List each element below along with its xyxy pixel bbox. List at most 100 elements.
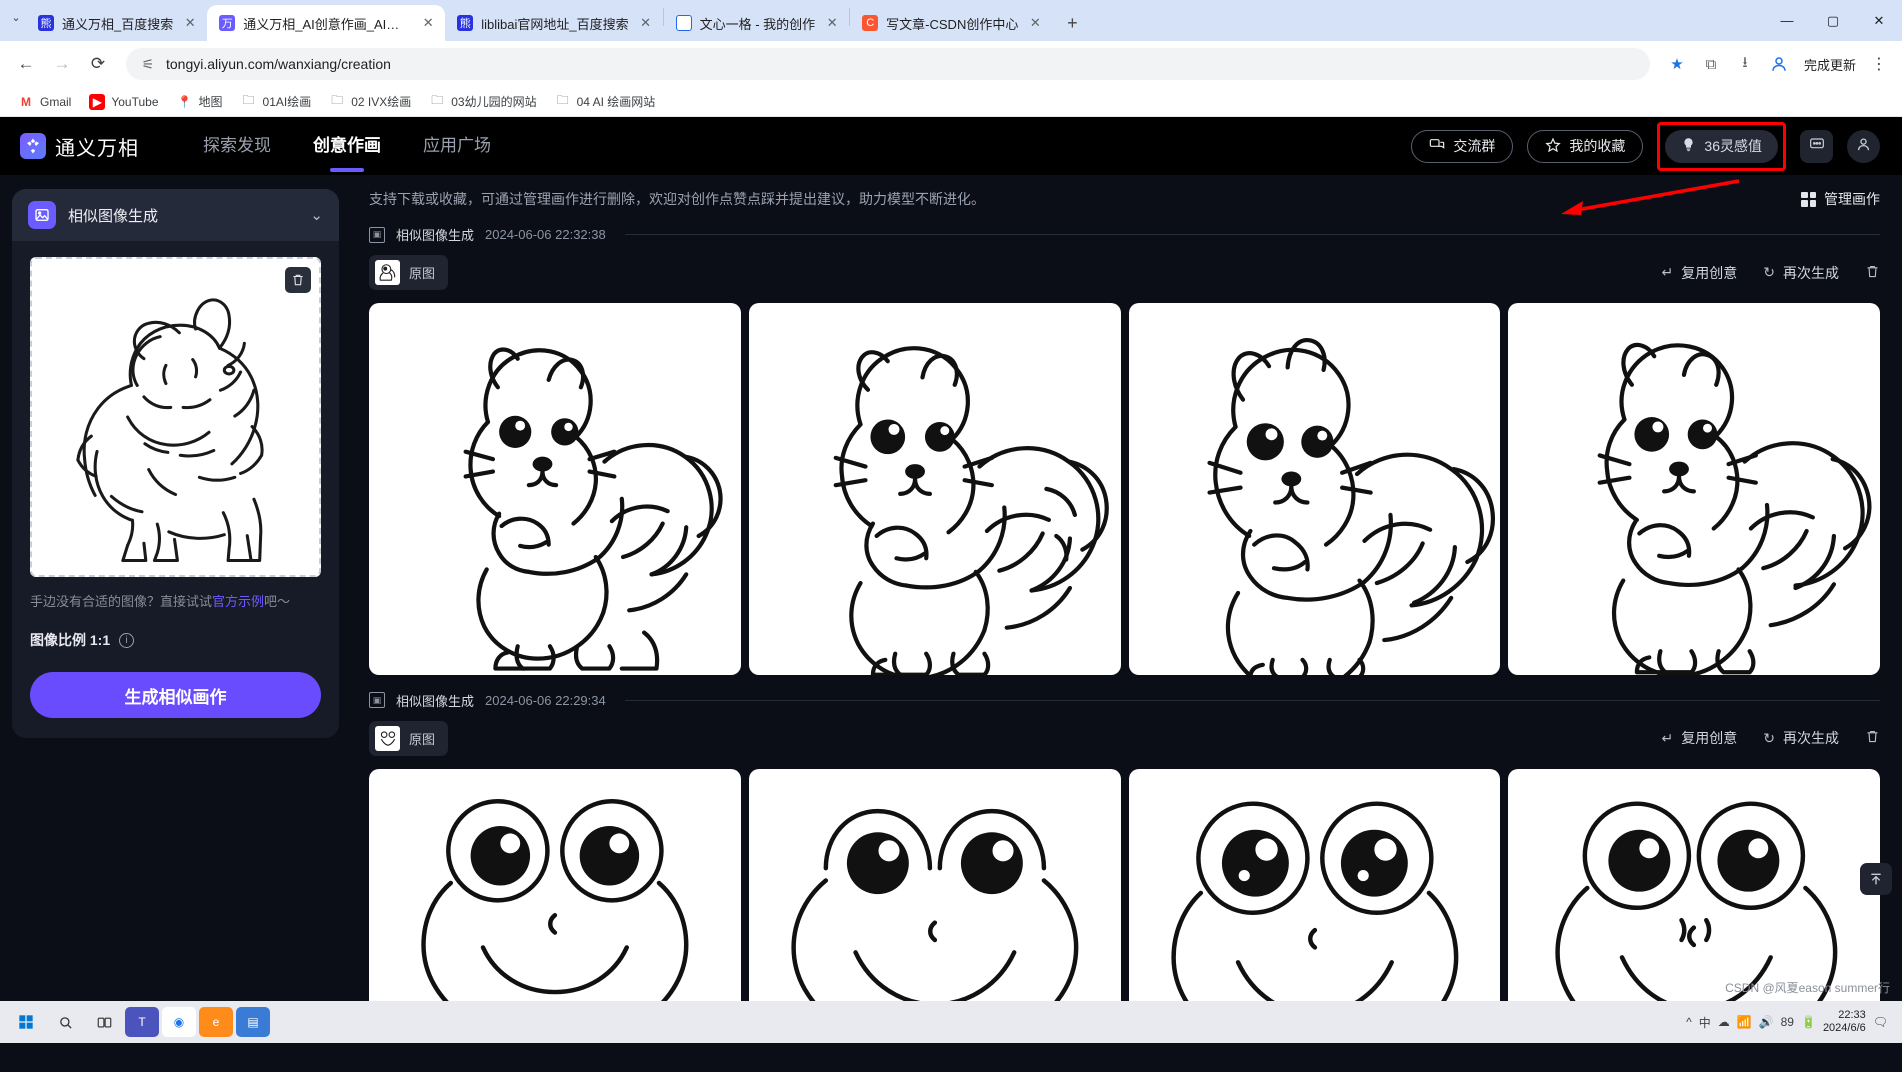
generated-image-card[interactable] [1508, 768, 1880, 1001]
generated-image-card[interactable] [748, 768, 1121, 1001]
original-image-chip[interactable]: 原图 [369, 255, 449, 290]
nav-tab-create[interactable]: 创意作画 [313, 131, 381, 162]
generated-image-card[interactable] [369, 768, 741, 1001]
bookmark-youtube[interactable]: ▶ YouTube [81, 91, 166, 113]
profile-icon[interactable] [1764, 49, 1794, 79]
network-icon[interactable]: 📶 [1737, 1015, 1752, 1029]
image-gen-icon [28, 201, 56, 229]
system-tray: ^ 中 ☁ 📶 🔊 89 🔋 22:33 2024/6/6 🗨 [1686, 1009, 1894, 1034]
refresh-icon: ↻ [1763, 264, 1775, 280]
nav-tab-explore[interactable]: 探索发现 [203, 131, 271, 162]
taskbar-app-teams[interactable]: T [125, 1007, 159, 1037]
task-view-icon[interactable] [86, 1004, 122, 1040]
official-sample-link[interactable]: 官方示例 [212, 594, 264, 609]
volume-icon[interactable]: 🔊 [1759, 1015, 1774, 1029]
delete-uploaded-image-button[interactable] [285, 267, 311, 293]
gmail-icon: M [21, 94, 31, 109]
generated-image-card[interactable] [1128, 768, 1501, 1001]
manage-works-button[interactable]: 管理画作 [1801, 189, 1880, 209]
avatar[interactable] [1847, 129, 1880, 163]
reuse-idea-label: 复用创意 [1681, 730, 1738, 747]
hint-suffix: 吧～ [264, 594, 291, 609]
credits-button[interactable]: 36灵感值 [1665, 129, 1778, 163]
chat-bubble-icon [1429, 137, 1445, 156]
tab-close-icon[interactable]: ✕ [419, 14, 437, 32]
cloud-icon[interactable]: ☁ [1718, 1015, 1730, 1029]
generated-image-card[interactable] [748, 303, 1121, 675]
bookmark-folder-01[interactable]: 🗀 01AI绘画 [233, 90, 320, 113]
download-icon[interactable]: ⭳ [1730, 49, 1760, 79]
generated-image-card[interactable] [369, 303, 741, 675]
tab-close-icon[interactable]: ✕ [637, 14, 655, 32]
extensions-icon[interactable]: ⧉ [1696, 49, 1726, 79]
window-close-button[interactable]: ✕ [1856, 0, 1902, 41]
battery-icon[interactable]: 🔋 [1801, 1015, 1816, 1029]
taskbar-clock[interactable]: 22:33 2024/6/6 [1823, 1009, 1866, 1034]
panel-header[interactable]: 相似图像生成 ⌄ [12, 189, 339, 241]
bookmark-folder-03[interactable]: 🗀 03幼儿园的网站 [421, 90, 544, 113]
taskbar-app-chrome[interactable]: ◉ [162, 1007, 196, 1037]
tune-icon[interactable]: ⚟ [140, 56, 156, 72]
info-icon[interactable]: i [119, 632, 135, 648]
brand[interactable]: 通义万相 [20, 132, 139, 161]
browser-tab-title: 文心一格 - 我的创作 [699, 16, 816, 32]
reload-icon[interactable]: ⟳ [82, 48, 114, 80]
bookmark-maps[interactable]: 📍 地图 [169, 90, 231, 113]
window-minimize-button[interactable]: — [1764, 0, 1810, 41]
favorites-button[interactable]: 我的收藏 [1527, 129, 1644, 163]
delete-generation-button[interactable] [1865, 729, 1880, 747]
generate-similar-button[interactable]: 生成相似画作 [30, 672, 321, 718]
browser-tab-1[interactable]: 万 通义万相_AI创意作画_AI绘画_ ✕ [207, 5, 446, 41]
bookmark-gmail[interactable]: M Gmail [10, 91, 79, 113]
back-icon[interactable]: ← [10, 48, 42, 80]
notifications-icon[interactable]: 🗨 [1873, 1015, 1888, 1029]
update-button[interactable]: 完成更新 [1797, 49, 1862, 79]
feedback-button[interactable] [1800, 129, 1833, 163]
panel-body: 手边没有合适的图像？直接试试官方示例吧～ 图像比例 1:1 i 生成相似画作 [12, 241, 339, 738]
delete-generation-button[interactable] [1865, 264, 1880, 282]
chevron-down-icon[interactable]: ⌄ [310, 206, 323, 224]
regenerate-button[interactable]: ↻ 再次生成 [1763, 728, 1839, 748]
nav-tab-apps[interactable]: 应用广场 [423, 131, 491, 162]
bookmark-folder-04[interactable]: 🗀 04 AI 绘画网站 [547, 90, 664, 113]
windows-icon[interactable] [8, 1004, 44, 1040]
regenerate-button[interactable]: ↻ 再次生成 [1763, 263, 1839, 283]
search-icon[interactable] [47, 1004, 83, 1040]
uploaded-image-preview[interactable] [30, 257, 321, 577]
taskbar-app-explorer[interactable]: ▤ [236, 1007, 270, 1037]
browser-tab-2[interactable]: 熊 liblibai官网地址_百度搜索 ✕ [445, 5, 662, 41]
back-to-top-button[interactable] [1860, 863, 1892, 895]
forward-icon[interactable]: → [46, 48, 78, 80]
bookmark-label: 02 IVX绘画 [351, 95, 412, 109]
browser-tab-3[interactable]: ◑ 文心一格 - 我的创作 ✕ [664, 5, 850, 41]
image-ratio-row: 图像比例 1:1 i [30, 630, 321, 650]
bookmark-star-icon[interactable]: ★ [1662, 49, 1692, 79]
browser-tab-title: 写文章-CSDN创作中心 [886, 16, 1019, 32]
taskbar-app-edge[interactable]: e [199, 1007, 233, 1037]
ime-icon[interactable]: 中 [1699, 1014, 1711, 1031]
window-maximize-button[interactable]: ▢ [1810, 0, 1856, 41]
tab-close-icon[interactable]: ✕ [823, 14, 841, 32]
refresh-icon: ↻ [1763, 729, 1775, 746]
address-bar[interactable]: ⚟ tongyi.aliyun.com/wanxiang/creation [126, 48, 1650, 80]
tab-close-icon[interactable]: ✕ [181, 14, 199, 32]
browser-tab-0[interactable]: 熊 通义万相_百度搜索 ✕ [26, 5, 207, 41]
squirrel-lineart-1 [463, 347, 723, 671]
browser-menu-icon[interactable]: ⋮ [1866, 54, 1892, 74]
bookmark-label: YouTube [111, 94, 159, 109]
generated-image-card[interactable] [1128, 303, 1501, 675]
bookmark-folder-02[interactable]: 🗀 02 IVX绘画 [321, 90, 419, 113]
maps-icon: 📍 [177, 94, 192, 109]
new-tab-button[interactable]: + [1058, 9, 1086, 37]
tab-close-icon[interactable]: ✕ [1026, 14, 1044, 32]
reuse-idea-button[interactable]: ↵ 复用创意 [1662, 728, 1738, 748]
original-image-chip[interactable]: 原图 [369, 720, 449, 756]
community-button[interactable]: 交流群 [1411, 129, 1514, 163]
regenerate-label: 再次生成 [1783, 264, 1839, 281]
reuse-idea-button[interactable]: ↵ 复用创意 [1662, 263, 1738, 283]
tab-list-chevron-icon[interactable]: ⌄ [6, 4, 26, 32]
tray-expand-icon[interactable]: ^ [1686, 1015, 1692, 1029]
trash-icon [1865, 729, 1880, 747]
generated-image-card[interactable] [1508, 303, 1880, 675]
browser-tab-4[interactable]: C 写文章-CSDN创作中心 ✕ [850, 5, 1052, 41]
